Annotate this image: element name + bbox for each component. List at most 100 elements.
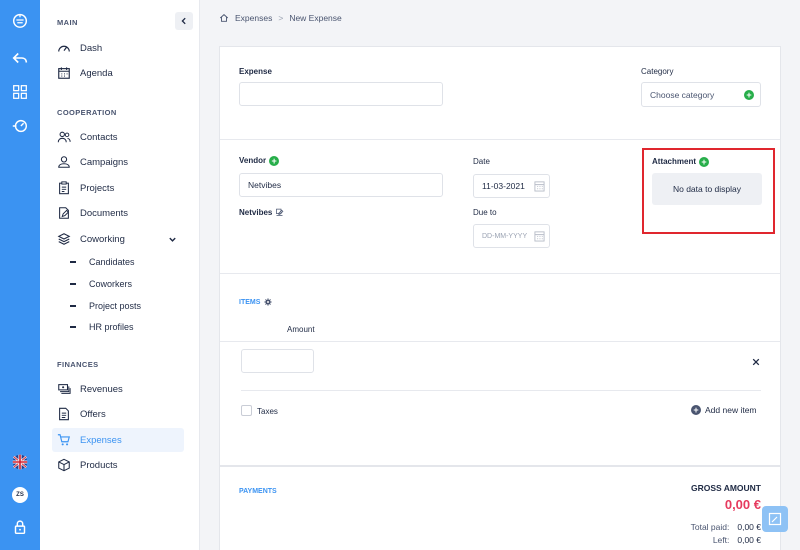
sidebar-item-label: Offers bbox=[80, 408, 106, 420]
sidebar-subitem-project-posts[interactable]: Project posts bbox=[70, 298, 141, 314]
sidebar-item-label: Products bbox=[80, 459, 118, 471]
app-logo-icon[interactable] bbox=[8, 8, 32, 32]
subitem-label: Project posts bbox=[89, 301, 142, 311]
calendar-icon bbox=[56, 65, 72, 81]
add-circle-icon: + bbox=[691, 405, 701, 415]
sidebar-item-label: Agenda bbox=[80, 67, 113, 79]
date-value: 11-03-2021 bbox=[482, 181, 525, 191]
sidebar-item-agenda[interactable]: Agenda bbox=[52, 61, 184, 85]
campaigns-icon bbox=[56, 154, 72, 170]
divider bbox=[241, 390, 761, 391]
breadcrumb-root-link[interactable]: Expenses bbox=[235, 13, 272, 23]
sidebar-item-revenues[interactable]: Revenues bbox=[52, 377, 184, 401]
breadcrumb-separator: > bbox=[278, 13, 284, 23]
total-paid-value: 0,00 € bbox=[737, 522, 761, 532]
sidebar-item-products[interactable]: Products bbox=[52, 453, 184, 477]
expense-card: Expense Category Choose category + bbox=[219, 46, 781, 140]
sidebar-item-contacts[interactable]: Contacts bbox=[52, 125, 184, 149]
amount-column-header: Amount bbox=[287, 325, 315, 334]
shopping-cart-icon bbox=[56, 432, 72, 448]
collapse-sidebar-button[interactable] bbox=[175, 12, 193, 30]
expense-label: Expense bbox=[239, 67, 272, 76]
date-input[interactable]: 11-03-2021 bbox=[473, 174, 550, 198]
vendor-card: Vendor + Netvibes Netvibes Date 11-03-202… bbox=[219, 140, 781, 274]
sidebar-subitem-candidates[interactable]: Candidates bbox=[70, 254, 135, 270]
edit-vendor-icon[interactable] bbox=[275, 208, 284, 217]
add-attachment-plus-icon[interactable]: + bbox=[699, 157, 710, 167]
sidebar-item-expenses[interactable]: Expenses bbox=[52, 428, 184, 452]
home-icon[interactable] bbox=[219, 13, 229, 23]
document-icon bbox=[56, 406, 72, 422]
breadcrumb-current: New Expense bbox=[289, 13, 342, 23]
user-avatar[interactable]: ZS bbox=[8, 483, 32, 507]
add-category-plus-icon[interactable]: + bbox=[744, 90, 754, 100]
sidebar-item-campaigns[interactable]: Campaigns bbox=[52, 150, 184, 174]
category-select[interactable]: Choose category + bbox=[641, 82, 761, 107]
remove-item-close-icon[interactable] bbox=[752, 358, 760, 366]
gear-icon[interactable] bbox=[264, 298, 272, 306]
sidebar-item-documents[interactable]: Documents bbox=[52, 201, 184, 225]
uk-flag-icon[interactable] bbox=[8, 450, 32, 474]
money-stack-icon bbox=[56, 381, 72, 397]
date-label: Date bbox=[473, 157, 490, 166]
add-new-item-button[interactable]: + Add new item bbox=[691, 405, 757, 415]
sidebar-item-coworking[interactable]: Coworking bbox=[52, 227, 184, 251]
attachment-label-row: Attachment + bbox=[652, 157, 710, 167]
calendar-icon[interactable] bbox=[534, 180, 545, 192]
subitem-label: HR profiles bbox=[89, 322, 134, 332]
taxes-label: Taxes bbox=[257, 407, 278, 416]
box-icon bbox=[56, 457, 72, 473]
total-paid-label: Total paid: bbox=[690, 522, 730, 532]
section-title-main: MAIN bbox=[57, 18, 78, 27]
attachment-empty-state: No data to display bbox=[652, 173, 762, 205]
due-label: Due to bbox=[473, 208, 497, 217]
speedometer-icon bbox=[56, 40, 72, 56]
chevron-left-icon bbox=[181, 17, 186, 25]
expense-input[interactable] bbox=[239, 82, 443, 106]
sidebar-item-label: Contacts bbox=[80, 131, 118, 143]
breadcrumb: Expenses > New Expense bbox=[219, 13, 342, 23]
clipboard-icon bbox=[56, 180, 72, 196]
grid-apps-icon[interactable] bbox=[8, 80, 32, 104]
vendor-name-row: Netvibes bbox=[239, 208, 284, 217]
layers-icon bbox=[56, 231, 72, 247]
sidebar-item-projects[interactable]: Projects bbox=[52, 176, 184, 200]
taxes-checkbox[interactable] bbox=[241, 405, 252, 416]
due-date-input[interactable]: DD-MM-YYYY bbox=[473, 224, 550, 248]
lock-icon[interactable] bbox=[8, 515, 32, 539]
sidebar-subitem-hr-profiles[interactable]: HR profiles bbox=[70, 319, 134, 335]
sidebar-subitem-coworkers[interactable]: Coworkers bbox=[70, 276, 132, 292]
floating-action-button[interactable] bbox=[762, 506, 788, 532]
sidebar-item-label: Documents bbox=[80, 207, 129, 219]
vendor-input[interactable]: Netvibes bbox=[239, 173, 443, 197]
user-initials: ZS bbox=[12, 487, 28, 503]
left-row: Left: 0,00 € bbox=[713, 535, 761, 545]
sidebar-item-label: Dash bbox=[80, 42, 103, 54]
sidebar: MAIN Dash Agenda COOPERATION Contacts Ca… bbox=[40, 0, 200, 550]
gross-amount-label: GROSS AMOUNT bbox=[690, 483, 761, 493]
vendor-label-row: Vendor + bbox=[239, 156, 280, 166]
sidebar-item-label: Revenues bbox=[80, 383, 123, 395]
sidebar-item-label: Expenses bbox=[80, 434, 122, 446]
divider bbox=[220, 341, 780, 342]
items-title: ITEMS bbox=[239, 298, 261, 306]
sidebar-item-dash[interactable]: Dash bbox=[52, 36, 184, 60]
payments-title: PAYMENTS bbox=[239, 488, 277, 495]
sidebar-item-offers[interactable]: Offers bbox=[52, 402, 184, 426]
item-amount-input[interactable] bbox=[241, 349, 314, 373]
back-arrow-icon[interactable] bbox=[8, 46, 32, 70]
calendar-icon[interactable] bbox=[534, 230, 545, 242]
items-card: ITEMS Amount Taxes + Add new item bbox=[219, 274, 781, 466]
vendor-name: Netvibes bbox=[239, 208, 273, 217]
document-edit-icon bbox=[56, 205, 72, 221]
subitem-label: Candidates bbox=[89, 257, 135, 267]
chevron-down-icon[interactable] bbox=[168, 235, 177, 244]
sidebar-item-label: Campaigns bbox=[80, 156, 129, 168]
total-paid-row: Total paid: 0,00 € bbox=[691, 522, 761, 532]
add-vendor-plus-icon[interactable]: + bbox=[269, 156, 280, 166]
sidebar-item-label: Coworking bbox=[80, 233, 125, 245]
sidebar-item-label: Projects bbox=[80, 182, 115, 194]
category-label: Category bbox=[641, 67, 674, 76]
section-title-finances: FINANCES bbox=[57, 360, 99, 369]
dashboard-gauge-icon[interactable] bbox=[8, 114, 32, 138]
